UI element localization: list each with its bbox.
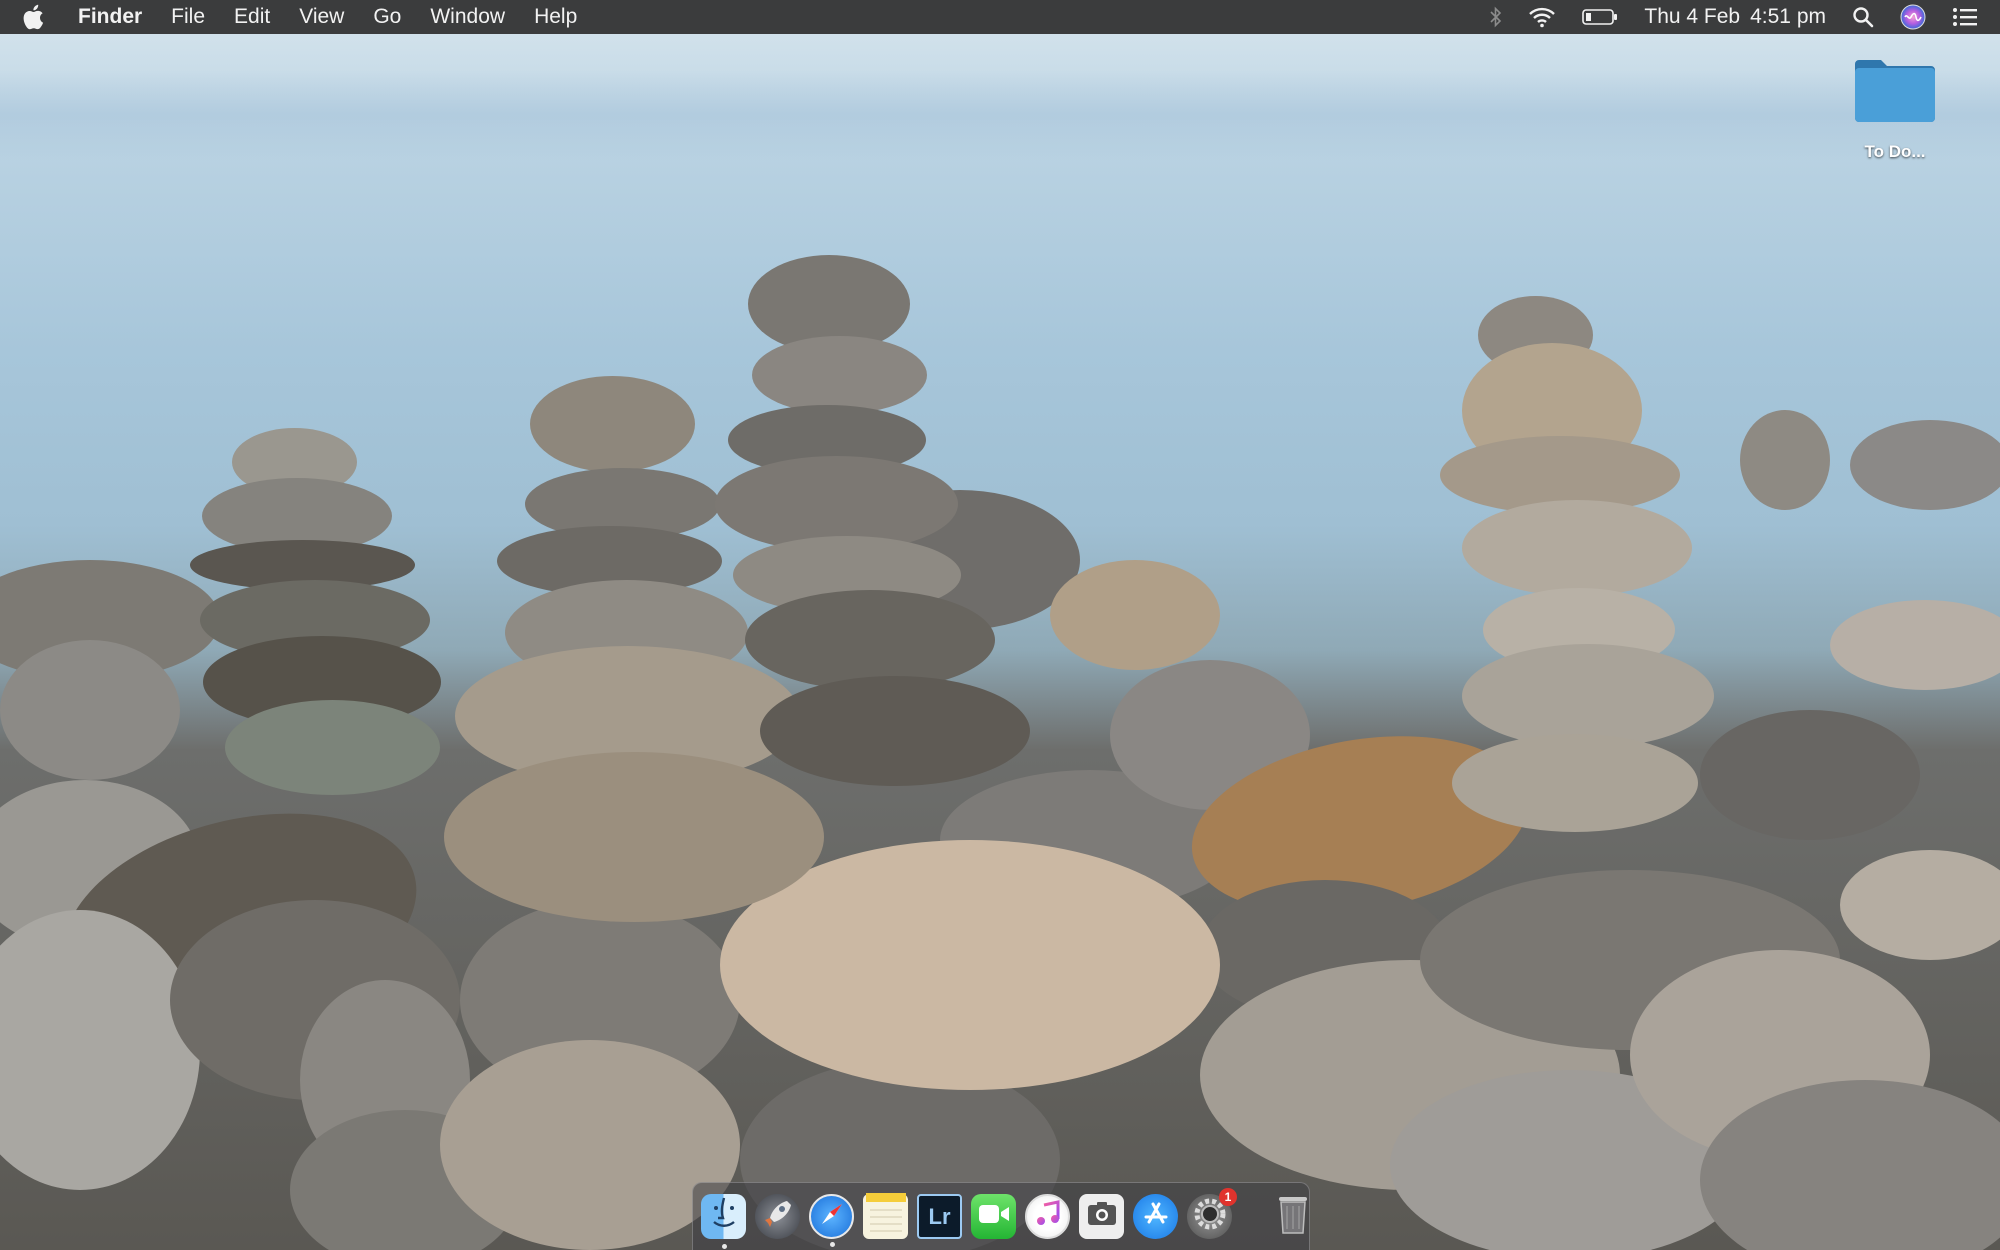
lightroom-icon: Lr xyxy=(928,1203,951,1229)
pebble xyxy=(1700,710,1920,840)
safari-icon xyxy=(814,1196,850,1237)
clock-date: Thu 4 Feb xyxy=(1644,5,1741,28)
clock-time: 4:51 pm xyxy=(1750,5,1826,28)
pebble xyxy=(1452,734,1698,832)
pebble xyxy=(1050,560,1220,670)
running-indicator xyxy=(721,1244,727,1249)
pebble xyxy=(1830,600,2000,690)
pebble xyxy=(0,640,180,780)
notification-badge: 1 xyxy=(1219,1188,1237,1206)
menu-window[interactable]: Window xyxy=(430,5,505,29)
menu-go[interactable]: Go xyxy=(373,5,401,29)
pebble xyxy=(760,676,1030,786)
pebble xyxy=(1840,850,2000,960)
menu-view[interactable]: View xyxy=(299,5,344,29)
pebble xyxy=(444,752,824,922)
menu-bar-clock[interactable]: Thu 4 Feb 4:51 pm xyxy=(1644,5,1826,29)
sea-horizon xyxy=(0,70,2000,160)
app-menu-finder[interactable]: Finder xyxy=(78,5,142,29)
dock-item-trash[interactable] xyxy=(1270,1194,1315,1239)
desktop-wallpaper xyxy=(0,0,2000,1250)
dock-item-itunes[interactable] xyxy=(1025,1194,1070,1239)
pebble xyxy=(752,336,927,414)
pebble xyxy=(1740,410,1830,510)
spotlight-search-icon[interactable] xyxy=(1852,0,1874,34)
bluetooth-icon[interactable] xyxy=(1490,0,1502,34)
desktop-folder-label: To Do... xyxy=(1864,142,1926,161)
dock-item-screenshot[interactable] xyxy=(1079,1194,1124,1239)
dock-item-launchpad[interactable] xyxy=(755,1194,800,1239)
dock-item-safari[interactable] xyxy=(809,1194,854,1247)
trash-icon xyxy=(1276,1193,1310,1240)
dock-item-lightroom[interactable]: Lr xyxy=(917,1194,962,1239)
pebble xyxy=(1462,500,1692,596)
menu-help[interactable]: Help xyxy=(534,5,577,29)
folder-icon xyxy=(1853,56,1937,124)
dock-item-finder[interactable] xyxy=(701,1194,746,1249)
launchpad-icon xyxy=(761,1197,795,1236)
wifi-icon[interactable] xyxy=(1528,0,1556,34)
battery-icon[interactable] xyxy=(1582,0,1618,34)
itunes-icon xyxy=(1033,1199,1063,1234)
pebble xyxy=(530,376,695,472)
menu-edit[interactable]: Edit xyxy=(234,5,270,29)
pebble xyxy=(225,700,440,795)
pebble xyxy=(1850,420,2000,510)
dock-item-facetime[interactable] xyxy=(971,1194,1016,1239)
siri-icon[interactable] xyxy=(1900,0,1926,34)
menu-file[interactable]: File xyxy=(171,5,205,29)
pebble xyxy=(745,590,995,690)
app-store-icon xyxy=(1140,1198,1172,1235)
notification-center-icon[interactable] xyxy=(1952,0,1978,34)
running-indicator xyxy=(829,1242,835,1247)
pebble xyxy=(1462,644,1714,748)
apple-menu-icon[interactable] xyxy=(22,4,44,30)
dock: Lr 1 xyxy=(692,1182,1310,1250)
screenshot-icon xyxy=(1085,1199,1119,1234)
dock-item-notes[interactable] xyxy=(863,1193,908,1240)
dock-item-app-store[interactable] xyxy=(1133,1194,1178,1239)
notes-icon xyxy=(865,1193,906,1240)
menu-bar: Finder File Edit View Go Window Help Thu… xyxy=(0,0,2000,34)
dock-item-system-preferences[interactable]: 1 xyxy=(1187,1188,1237,1239)
finder-icon xyxy=(704,1194,744,1239)
desktop-folder[interactable]: To Do... xyxy=(1850,56,1940,162)
facetime-icon xyxy=(977,1202,1011,1231)
